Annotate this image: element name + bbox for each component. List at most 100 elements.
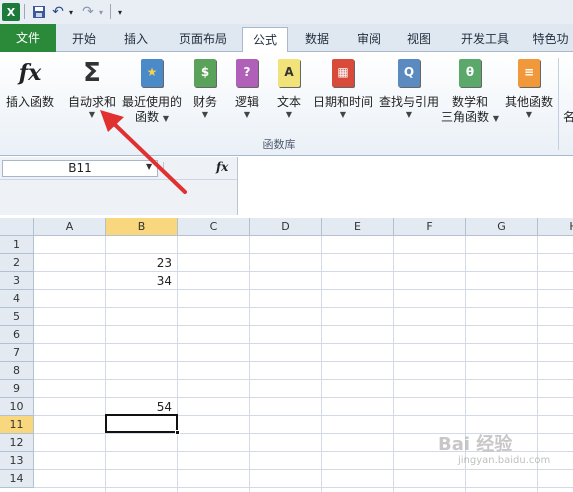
row-header-13[interactable]: 13 [0,452,34,470]
cell-b2[interactable]: 23 [106,254,176,272]
chevron-down-icon[interactable]: ▼ [340,110,346,119]
row-header-7[interactable]: 7 [0,344,34,362]
tab-formulas[interactable]: 公式 [242,27,288,53]
math-trig-label: 数学和 [451,95,488,109]
tab-review[interactable]: 审阅 [348,27,390,52]
tab-page-layout[interactable]: 页面布局 [170,27,236,52]
row-header-10[interactable]: 10 [0,398,34,416]
lookup-reference-label: 查找与引用 [378,95,439,109]
financial-label: 财务 [192,95,217,109]
tab-insert[interactable]: 插入 [114,27,158,52]
chevron-down-icon[interactable]: ▼ [406,110,412,119]
column-header-e[interactable]: E [322,218,394,236]
column-header-g[interactable]: G [466,218,538,236]
row-header-11[interactable]: 11 [0,416,34,434]
book-financial-icon: $ [192,58,218,88]
text-button[interactable]: A 文本 ▼ [272,58,306,119]
book-calendar-icon: ▦ [330,58,356,88]
date-time-label: 日期和时间 [312,95,373,109]
recently-used-button[interactable]: ★ 最近使用的 函数 ▼ [120,58,184,126]
redo-dropdown-icon[interactable]: ▾ [96,2,106,22]
chevron-down-icon[interactable]: ▼ [89,110,95,119]
column-header-f[interactable]: F [394,218,466,236]
chevron-down-icon[interactable]: ▼ [202,110,208,119]
cell-b3[interactable]: 34 [106,272,176,290]
formula-bar-divider [163,162,173,174]
column-header-h[interactable]: H [538,218,573,236]
lookup-reference-button[interactable]: Q 查找与引用 ▼ [376,58,442,119]
date-time-button[interactable]: ▦ 日期和时间 ▼ [310,58,376,119]
row-header-6[interactable]: 6 [0,326,34,344]
insert-function-button[interactable]: fx 插入函数 [4,58,56,110]
excel-window: X ↶ ▾ ↷ ▾ ▾ 文件 开始 插入 页面布局 公式 数据 审阅 视图 开发… [0,0,573,492]
book-theta-icon: θ [457,58,483,88]
autosum-button[interactable]: Σ 自动求和 ▼ [64,58,120,119]
more-functions-button[interactable]: ≡ 其他函数 ▼ [500,58,558,119]
chevron-down-icon[interactable]: ▼ [286,110,292,119]
tab-file[interactable]: 文件 [0,24,56,52]
function-library-group-label: 函数库 [262,138,296,151]
baidu-watermark-url: jingyan.baidu.com [458,455,551,466]
column-header-a[interactable]: A [34,218,106,236]
row-header-5[interactable]: 5 [0,308,34,326]
ribbon-tabs: 文件 开始 插入 页面布局 公式 数据 审阅 视图 开发工具 特色功 [0,24,573,53]
chevron-down-icon[interactable]: ▼ [526,110,532,119]
customize-qat-icon[interactable]: ▾ [114,2,126,22]
book-logical-icon: ? [234,58,260,88]
tab-special[interactable]: 特色功 [528,27,573,52]
book-star-icon: ★ [139,58,165,88]
recently-used-label: 最近使用的 [121,95,182,109]
books-stack-icon: ≡ [516,58,542,88]
ribbon-group-separator [558,58,559,150]
quick-access-toolbar: X ↶ ▾ ↷ ▾ ▾ [0,0,573,24]
chevron-down-icon[interactable]: ▼ [244,110,250,119]
excel-logo-icon[interactable]: X [2,3,20,21]
tab-data[interactable]: 数据 [296,27,338,52]
book-text-icon: A [276,58,302,88]
redo-icon[interactable]: ↷ [80,2,96,22]
row-header-4[interactable]: 4 [0,290,34,308]
column-header-b[interactable]: B [106,218,178,236]
math-trig-label-2: 三角函数 ▼ [441,110,499,124]
undo-dropdown-icon[interactable]: ▾ [66,2,76,22]
tab-view[interactable]: 视图 [398,27,440,52]
autosum-label: 自动求和 [67,95,116,109]
logical-label: 逻辑 [234,95,259,109]
column-header-d[interactable]: D [250,218,322,236]
row-header-12[interactable]: 12 [0,434,34,452]
name-manager-label-cut[interactable]: 名 [563,108,573,125]
formula-bar: B11 ▼ fx [0,157,573,215]
baidu-watermark: Bai 经验 [438,434,513,455]
active-cell-outline[interactable] [105,414,178,433]
financial-button[interactable]: $ 财务 ▼ [188,58,222,119]
tab-developer[interactable]: 开发工具 [452,27,518,52]
row-header-14[interactable]: 14 [0,470,34,488]
math-trig-button[interactable]: θ 数学和 三角函数 ▼ [440,58,500,126]
book-magnifier-icon: Q [396,58,422,88]
recently-used-label-2: 函数 ▼ [135,110,169,124]
insert-function-icon[interactable]: fx [216,160,228,174]
more-functions-label: 其他函数 [504,95,553,109]
formula-input[interactable] [237,157,573,215]
text-label: 文本 [276,95,301,109]
chevron-down-icon[interactable]: ▼ [146,162,152,171]
row-header-9[interactable]: 9 [0,380,34,398]
qat-separator [110,4,111,19]
tab-home[interactable]: 开始 [62,27,106,52]
column-header-c[interactable]: C [178,218,250,236]
row-header-3[interactable]: 3 [0,272,34,290]
qat-separator [24,4,25,19]
select-all-button[interactable] [0,218,34,236]
sigma-icon: Σ [83,58,101,88]
save-icon[interactable] [30,2,48,22]
row-header-2[interactable]: 2 [0,254,34,272]
name-box-expanded-area [0,179,237,215]
undo-icon[interactable]: ↶ [50,2,66,22]
logical-button[interactable]: ? 逻辑 ▼ [230,58,264,119]
insert-function-label: 插入函数 [5,95,54,109]
fill-handle[interactable] [175,430,180,435]
function-icon: fx [18,60,42,86]
name-box[interactable]: B11 [2,160,158,177]
row-header-1[interactable]: 1 [0,236,34,254]
row-header-8[interactable]: 8 [0,362,34,380]
